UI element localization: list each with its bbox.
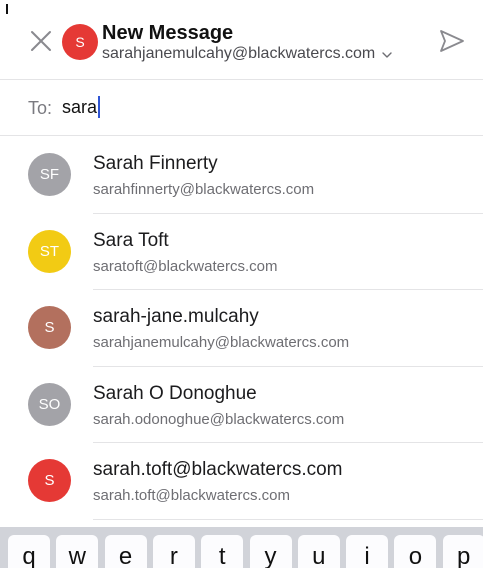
account-selector[interactable]: sarahjanemulcahy@blackwatercs.com (102, 45, 393, 63)
key-i[interactable]: i (346, 535, 389, 568)
contact-suggestion[interactable]: Ssarah-jane.mulcahy sarahjanemulcahy@blac… (0, 290, 483, 367)
contact-suggestion[interactable]: ST Sara Toft saratoft@blackwatercs.com (0, 214, 483, 290)
send-icon[interactable] (438, 28, 466, 54)
to-label: To: (28, 98, 53, 118)
contact-email: sarah.toft@blackwatercs.com (93, 487, 290, 504)
sender-avatar: S (62, 24, 98, 60)
key-t[interactable]: t (201, 535, 244, 568)
contact-avatar: SO (28, 382, 71, 426)
keyboard: qwertyuiop (0, 527, 483, 568)
key-o[interactable]: o (394, 535, 437, 568)
chevron-down-icon (382, 52, 392, 58)
contact-email: sarah.odonoghue@blackwatercs.com (93, 410, 345, 428)
key-p[interactable]: p (442, 535, 483, 568)
contact-suggestion[interactable]: Ssarah.toft@blackwatercs.com sarah.toft@b… (0, 443, 483, 520)
contact-name: Sarah O Donoghue (93, 382, 257, 404)
contact-name: Sara Toft (93, 229, 169, 251)
key-e[interactable]: e (104, 535, 147, 568)
contact-suggestion[interactable]: SF Sarah Finnerty sarahfinnerty@blackwater… (0, 137, 483, 214)
contact-suggestions: SF Sarah Finnerty sarahfinnerty@blackwater… (0, 137, 483, 520)
to-input-text: sara (62, 96, 98, 117)
contact-email: sarahfinnerty@blackwatercs.com (93, 181, 315, 198)
contact-suggestion[interactable]: SO Sarah O Donoghue sarah.odonoghue@blackw… (0, 367, 483, 443)
key-u[interactable]: u (297, 535, 340, 568)
contact-avatar: ST (28, 229, 71, 273)
account-email: sarahjanemulcahy@blackwatercs.com (102, 45, 376, 62)
to-input[interactable]: sara (62, 96, 101, 118)
to-field-row[interactable]: To: sara (0, 80, 483, 136)
contact-name: Sarah Finnerty (93, 153, 218, 174)
close-icon[interactable] (28, 28, 54, 54)
contact-avatar: S (28, 306, 71, 349)
contact-name: sarah.toft@blackwatercs.com (93, 459, 343, 480)
text-caret (98, 96, 101, 118)
page-title: New Message (102, 22, 234, 44)
key-r[interactable]: r (152, 535, 195, 568)
key-y[interactable]: y (249, 535, 292, 568)
compose-header: S New Message sarahjanemulcahy@blackwate… (0, 0, 483, 80)
contact-email: sarahjanemulcahy@blackwatercs.com (93, 334, 350, 351)
contact-email: saratoft@blackwatercs.com (93, 257, 278, 275)
key-w[interactable]: w (56, 535, 99, 568)
key-q[interactable]: q (8, 535, 50, 568)
contact-avatar: SF (28, 153, 71, 196)
divider (93, 518, 483, 520)
contact-avatar: S (28, 459, 71, 502)
contact-name: sarah-jane.mulcahy (93, 306, 259, 327)
